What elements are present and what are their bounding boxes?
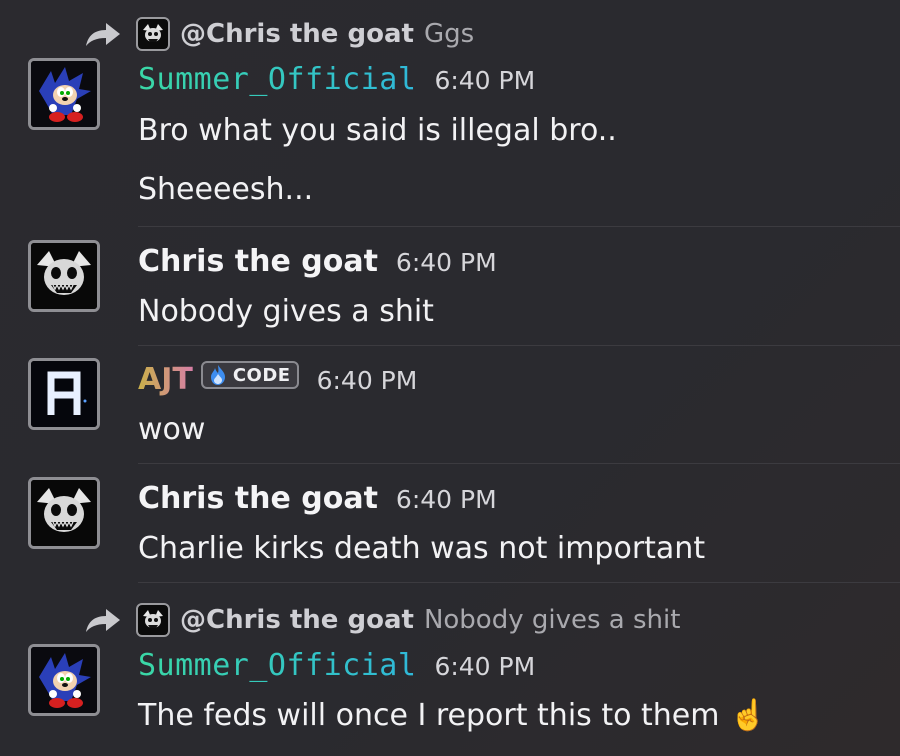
reply-mention[interactable]: @Chris the goat (180, 19, 414, 49)
message-text: Charlie kirks death was not important (138, 531, 706, 566)
timestamp[interactable]: 6:40 PM (396, 248, 497, 277)
author-name[interactable]: AJT (138, 362, 193, 397)
message-header: Chris the goat 6:40 PM (138, 244, 497, 279)
avatar-chris-the-goat[interactable] (28, 240, 100, 312)
sonic-avatar-icon (31, 61, 97, 127)
author-name[interactable]: Chris the goat (138, 244, 378, 279)
message-text: Sheeeesh... (138, 172, 314, 207)
chris-avatar-icon (139, 20, 167, 48)
avatar-ajt[interactable] (28, 358, 100, 430)
message-header: Chris the goat 6:40 PM (138, 481, 497, 516)
timestamp[interactable]: 6:40 PM (396, 485, 497, 514)
message-divider (138, 582, 900, 583)
author-name[interactable]: Summer_Official (138, 62, 416, 97)
message-text: The feds will once I report this to them… (138, 698, 767, 733)
timestamp[interactable]: 6:40 PM (434, 66, 535, 95)
chris-avatar-icon (139, 606, 167, 634)
reply-excerpt[interactable]: Nobody gives a shit (424, 605, 680, 635)
avatar-summer-official[interactable] (28, 644, 100, 716)
reply-excerpt[interactable]: Ggs (424, 19, 474, 49)
avatar-chris-the-goat[interactable] (28, 477, 100, 549)
reply-mention[interactable]: @Chris the goat (180, 605, 414, 635)
chris-avatar-icon (31, 480, 97, 546)
message-divider (138, 345, 900, 346)
sonic-avatar-icon (31, 647, 97, 713)
message-header: Summer_Official 6:40 PM (138, 62, 535, 97)
message-text: Bro what you said is illegal bro.. (138, 113, 617, 148)
server-tag[interactable]: CODE (200, 361, 299, 389)
reply-avatar[interactable] (136, 603, 170, 637)
author-name[interactable]: Chris the goat (138, 481, 378, 516)
message-divider (138, 463, 900, 464)
message-text: Nobody gives a shit (138, 294, 434, 329)
server-tag-label: CODE (232, 364, 291, 386)
author-name[interactable]: Summer_Official (138, 648, 416, 683)
message-text: wow (138, 412, 206, 447)
ajt-avatar-icon (31, 361, 97, 427)
message-divider (138, 226, 900, 227)
reply-arrow-icon (86, 609, 120, 632)
reply-preview[interactable]: @Chris the goat Nobody gives a shit (84, 600, 680, 640)
message-text-content: The feds will once I report this to them (138, 698, 720, 733)
reply-arrow-icon (86, 23, 120, 46)
timestamp[interactable]: 6:40 PM (434, 652, 535, 681)
chris-avatar-icon (31, 243, 97, 309)
blue-flame-icon (210, 365, 225, 385)
pointing-up-emoji-icon: ☝️ (729, 698, 767, 733)
reply-avatar[interactable] (136, 17, 170, 51)
message-header: Summer_Official 6:40 PM (138, 648, 535, 683)
avatar-summer-official[interactable] (28, 58, 100, 130)
reply-preview[interactable]: @Chris the goat Ggs (84, 14, 474, 54)
timestamp[interactable]: 6:40 PM (317, 366, 418, 395)
message-header: AJT CODE 6:40 PM (138, 361, 418, 397)
